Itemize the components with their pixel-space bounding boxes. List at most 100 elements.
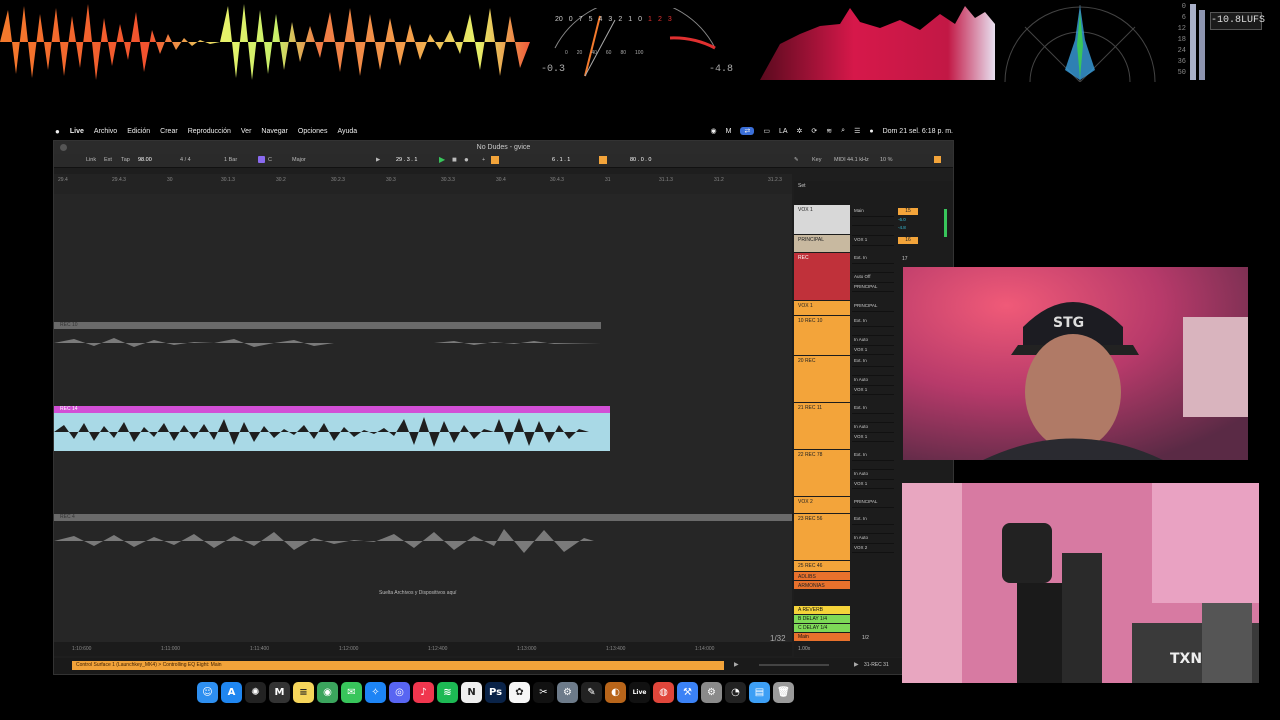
track-header-vox2[interactable]: VOX 2: [794, 497, 850, 514]
gear-menu-icon[interactable]: ✲: [797, 127, 803, 135]
window-close-button[interactable]: [60, 144, 67, 151]
return-track-delay-b[interactable]: B DELAY 1/4: [794, 615, 850, 623]
track-header-rec[interactable]: REC: [794, 253, 850, 301]
key-map-button[interactable]: Key: [812, 157, 821, 163]
control-center-pill-icon[interactable]: ⇄: [740, 127, 755, 135]
music-icon[interactable]: ♪: [413, 681, 434, 703]
play-button[interactable]: ▶: [439, 155, 445, 164]
xcode-icon[interactable]: ⚒: [677, 681, 698, 703]
tempo-field[interactable]: 98.00: [138, 157, 152, 163]
track-header-rec78[interactable]: 22 REC 78: [794, 450, 850, 497]
status-next-icon[interactable]: ▶: [854, 661, 859, 668]
track-header-adlibs[interactable]: ADLIBS: [794, 572, 850, 581]
clip-header-rec10[interactable]: REC 10: [54, 322, 601, 329]
sync-icon[interactable]: ⟳: [811, 127, 817, 135]
safari-icon[interactable]: ✧: [365, 681, 386, 703]
menu-ver[interactable]: Ver: [241, 128, 252, 135]
scale-field[interactable]: Major: [292, 157, 306, 163]
control-center-icon[interactable]: ☰: [854, 127, 860, 135]
overdub-icon[interactable]: +: [482, 157, 485, 163]
messages-icon[interactable]: ✉: [341, 681, 362, 703]
display-icon[interactable]: ▭: [763, 127, 770, 135]
io-principal[interactable]: VOX 1: [852, 236, 894, 246]
midi-map-button[interactable]: MIDI: [834, 157, 846, 163]
beat-ruler[interactable]: 29.4 29.4.3 30 30.1.3 30.2 30.2.3 30.3 3…: [54, 174, 792, 195]
input-lang[interactable]: LA: [779, 128, 788, 135]
grid-zoom-fraction[interactable]: 1/32: [770, 634, 786, 643]
menu-edicion[interactable]: Edición: [127, 128, 150, 135]
overview-scroll[interactable]: [759, 664, 829, 666]
volume-vox1[interactable]: 15: [898, 208, 918, 215]
time-signature-field[interactable]: 4 / 4: [180, 157, 191, 163]
spotify-icon[interactable]: ≋: [437, 681, 458, 703]
io-rec78[interactable]: Ext. In In Auto VOX 1: [852, 451, 894, 489]
track-header-rec20[interactable]: 20 REC: [794, 356, 850, 403]
trash-icon[interactable]: 🗑: [773, 681, 794, 703]
track-header-vox1-group[interactable]: VOX 1: [794, 301, 850, 316]
track-lane-rec14[interactable]: REC 14: [54, 404, 792, 513]
system-settings-icon[interactable]: ⚙: [701, 681, 722, 703]
app-menu-live[interactable]: Live: [70, 128, 84, 135]
menu-crear[interactable]: Crear: [160, 128, 178, 135]
loop-start-field[interactable]: 6 . 1 . 1: [552, 157, 570, 163]
quantize-menu[interactable]: 1 Bar: [224, 157, 237, 163]
audition-icon[interactable]: ◐: [605, 681, 626, 703]
clip-header-rec14[interactable]: REC 14: [54, 406, 610, 413]
chatgpt-icon[interactable]: ✺: [245, 681, 266, 703]
logic-menu-icon[interactable]: M: [726, 128, 732, 135]
chrome-icon[interactable]: ◍: [653, 681, 674, 703]
finder-icon[interactable]: ☺: [197, 681, 218, 703]
arrangement-view[interactable]: REC 10 REC 14 REC 4 Suelta Archivos y Di…: [54, 194, 792, 642]
volume-rec[interactable]: 17: [902, 256, 908, 262]
io-vox2[interactable]: PRINCIPAL: [852, 498, 894, 508]
io-vox1-group[interactable]: PRINCIPAL: [852, 302, 894, 312]
track-header-armonias[interactable]: ARMONIAS: [794, 581, 850, 590]
activity-monitor-icon[interactable]: ◔: [725, 681, 746, 703]
io-rec56[interactable]: Ext. In In Auto VOX 2: [852, 515, 894, 553]
scale-mode-icon[interactable]: [258, 156, 265, 163]
ext-sync-button[interactable]: Ext: [104, 157, 112, 163]
notion-icon[interactable]: N: [461, 681, 482, 703]
pen-tool-icon[interactable]: ✎: [581, 681, 602, 703]
menu-opciones[interactable]: Opciones: [298, 128, 328, 135]
track-lane-vox1[interactable]: [54, 194, 792, 323]
notes-icon[interactable]: ≡: [293, 681, 314, 703]
track-lane-rec4[interactable]: REC 4 Suelta Archivos y Dispositivos aqu…: [54, 512, 792, 642]
stop-button[interactable]: ■: [452, 155, 457, 164]
record-button[interactable]: ●: [464, 155, 469, 164]
io-rec10[interactable]: Ext. In In Auto VOX 1: [852, 317, 894, 355]
menu-ayuda[interactable]: Ayuda: [337, 128, 357, 135]
clip-body-rec14[interactable]: [54, 413, 610, 451]
track-header-rec46[interactable]: 25 REC 46: [794, 561, 850, 572]
downloads-folder-icon[interactable]: ▤: [749, 681, 770, 703]
time-ruler[interactable]: 1:10:600 1:11:000 1:11:400 1:12:000 1:12…: [54, 634, 792, 656]
loop-length-field[interactable]: 80 . 0 . 0: [630, 157, 651, 163]
photoshop-icon[interactable]: Ps: [485, 681, 506, 703]
clip-header-rec4[interactable]: REC 4: [54, 514, 792, 521]
return-track-reverb[interactable]: A REVERB: [794, 606, 850, 614]
io-vox1[interactable]: Main: [852, 207, 894, 236]
app-store-icon[interactable]: A: [221, 681, 242, 703]
key-field[interactable]: C: [268, 157, 272, 163]
menu-navegar[interactable]: Navegar: [261, 128, 287, 135]
discord-icon[interactable]: ◎: [389, 681, 410, 703]
overview-toggle-icon[interactable]: [934, 156, 941, 163]
ableton-live-icon[interactable]: Live: [629, 681, 650, 703]
play-arrow-small-icon[interactable]: ▶: [376, 157, 380, 163]
menu-archivo[interactable]: Archivo: [94, 128, 117, 135]
io-rec[interactable]: Ext. In Auto Off PRINCIPAL: [852, 254, 894, 292]
loop-switch-icon[interactable]: [599, 156, 607, 164]
automation-arm-icon[interactable]: [491, 156, 499, 164]
siri-icon[interactable]: ●: [869, 128, 873, 135]
main-track[interactable]: Main: [794, 633, 850, 641]
track-header-rec10[interactable]: 10 REC 10: [794, 316, 850, 356]
song-position-field[interactable]: 29 . 3 . 1: [396, 157, 417, 163]
track-lane-rec10[interactable]: REC 10: [54, 322, 792, 405]
mixer-zoom[interactable]: 1.00x: [798, 646, 810, 652]
chrome-profile-icon[interactable]: ◉: [317, 681, 338, 703]
return-track-delay-c[interactable]: C DELAY 1/4: [794, 624, 850, 632]
link-button[interactable]: Link: [86, 157, 96, 163]
io-rec20[interactable]: Ext. In In Auto VOX 1: [852, 357, 894, 395]
volume-principal[interactable]: 16: [898, 237, 918, 244]
io-rec11[interactable]: Ext. In In Auto VOX 1: [852, 404, 894, 442]
